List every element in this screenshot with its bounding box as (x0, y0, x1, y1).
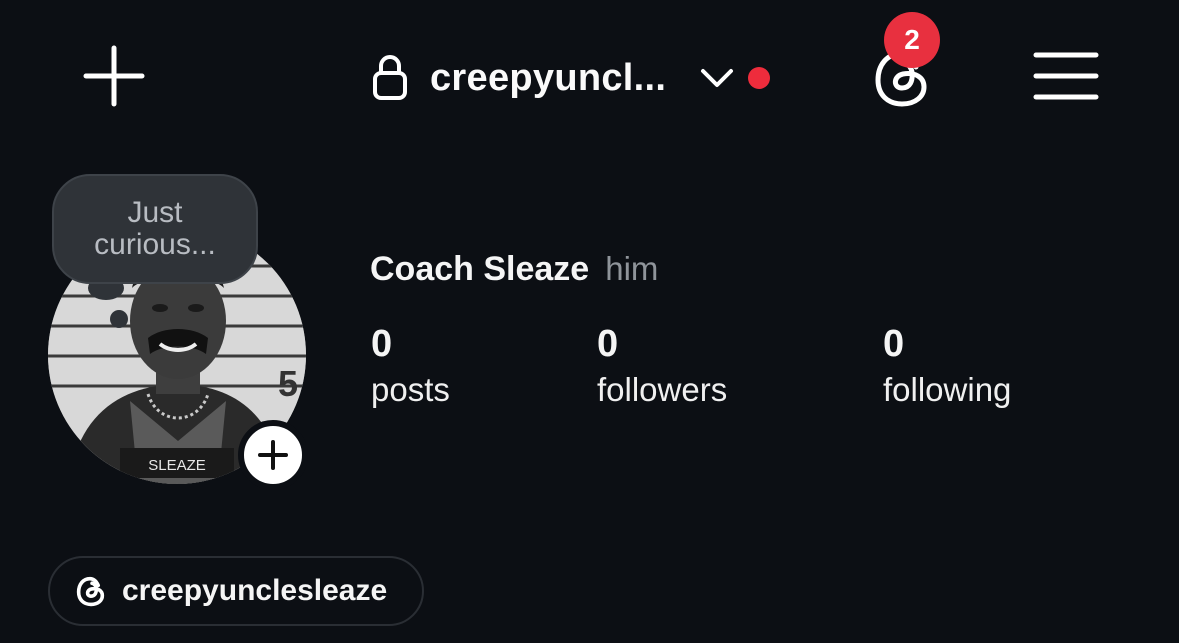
followers-label: followers (597, 371, 728, 408)
threads-icon (74, 574, 108, 608)
following-label: following (883, 371, 1012, 408)
notification-badge: 2 (884, 12, 940, 68)
chevron-down-icon (700, 67, 734, 89)
add-story-button[interactable] (238, 420, 308, 490)
lock-icon (372, 53, 412, 103)
following-count: 0 (883, 323, 905, 365)
followers-count: 0 (597, 323, 619, 365)
pronouns: him (605, 250, 659, 287)
profile-screen: creepyuncl... 2 5 SLEAZE Just curious...… (0, 0, 1179, 643)
plus-icon (258, 440, 288, 470)
threads-handle: creepyunclesleaze (122, 574, 388, 607)
following-stat[interactable]: 0 following (883, 322, 1011, 414)
plus-icon (83, 45, 145, 107)
posts-stat[interactable]: 0 posts (371, 322, 450, 414)
hamburger-menu-icon (1033, 52, 1099, 100)
followers-stat[interactable]: 0 followers (597, 322, 727, 414)
username-title: creepyuncl... (430, 56, 667, 99)
name-row: Coach Sleaze him (370, 250, 658, 289)
account-switcher[interactable]: creepyuncl... (372, 48, 771, 108)
avatar-plate-text: SLEAZE (148, 457, 206, 474)
menu-button[interactable] (1028, 44, 1104, 108)
note-text: Just curious... (94, 196, 216, 261)
threads-profile-link[interactable]: creepyunclesleaze (48, 556, 424, 626)
svg-text:5: 5 (278, 363, 298, 404)
unread-dot (748, 67, 771, 89)
posts-label: posts (371, 371, 450, 408)
display-name: Coach Sleaze (370, 250, 590, 288)
note-bubble[interactable]: Just curious... (52, 174, 258, 284)
posts-count: 0 (371, 323, 393, 365)
bubble-tail-small (110, 310, 128, 328)
create-button[interactable] (78, 40, 150, 112)
